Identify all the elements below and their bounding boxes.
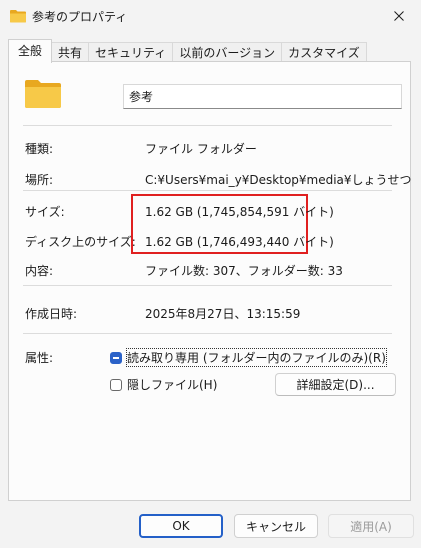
readonly-checkbox[interactable] bbox=[110, 351, 122, 364]
created-value: 2025年8月27日、13:15:59 bbox=[145, 307, 301, 321]
apply-button[interactable]: 適用(A) bbox=[328, 514, 414, 538]
close-button[interactable] bbox=[377, 0, 421, 32]
title-bar: 参考のプロパティ bbox=[0, 0, 421, 32]
tab-previous-versions[interactable]: 以前のバージョン bbox=[172, 42, 283, 62]
attributes-label: 属性: bbox=[25, 351, 54, 365]
location-value: C:¥Users¥mai_y¥Desktop¥media¥しょうせつ bbox=[145, 173, 412, 187]
tab-customize[interactable]: カスタマイズ bbox=[281, 42, 367, 62]
tab-security[interactable]: セキュリティ bbox=[88, 42, 174, 62]
divider bbox=[23, 333, 392, 334]
hidden-checkbox[interactable] bbox=[110, 378, 122, 391]
divider bbox=[23, 285, 392, 286]
advanced-button[interactable]: 詳細設定(D)... bbox=[275, 373, 396, 396]
disk-size-label: ディスク上のサイズ: bbox=[25, 235, 136, 249]
created-label: 作成日時: bbox=[25, 307, 78, 321]
hidden-label[interactable]: 隠しファイル(H) bbox=[127, 376, 217, 393]
type-value: ファイル フォルダー bbox=[145, 142, 257, 156]
large-folder-icon bbox=[25, 79, 61, 112]
cancel-button[interactable]: キャンセル bbox=[234, 514, 318, 538]
ok-button[interactable]: OK bbox=[139, 514, 223, 538]
divider bbox=[23, 125, 392, 126]
location-label: 場所: bbox=[25, 173, 54, 187]
hidden-checkbox-row[interactable]: 隠しファイル(H) bbox=[110, 376, 217, 393]
tab-strip: 全般 共有 セキュリティ 以前のバージョン カスタマイズ bbox=[8, 39, 367, 63]
divider bbox=[23, 190, 392, 191]
readonly-label[interactable]: 読み取り専用 (フォルダー内のファイルのみ)(R) bbox=[126, 348, 387, 367]
tab-sharing[interactable]: 共有 bbox=[51, 42, 90, 62]
folder-name-input[interactable] bbox=[123, 84, 402, 109]
contents-value: ファイル数: 307、フォルダー数: 33 bbox=[145, 264, 343, 278]
type-label: 種類: bbox=[25, 142, 54, 156]
window-title: 参考のプロパティ bbox=[32, 10, 128, 24]
size-value: 1.62 GB (1,745,854,591 バイト) bbox=[145, 205, 334, 219]
folder-icon bbox=[10, 9, 26, 26]
close-icon bbox=[394, 11, 404, 21]
disk-size-value: 1.62 GB (1,746,493,440 バイト) bbox=[145, 235, 334, 249]
tab-general[interactable]: 全般 bbox=[8, 39, 53, 63]
readonly-checkbox-row[interactable]: 読み取り専用 (フォルダー内のファイルのみ)(R) bbox=[110, 348, 387, 367]
size-label: サイズ: bbox=[25, 205, 65, 219]
general-panel: 種類: ファイル フォルダー 場所: C:¥Users¥mai_y¥Deskto… bbox=[8, 61, 412, 501]
contents-label: 内容: bbox=[25, 264, 54, 278]
